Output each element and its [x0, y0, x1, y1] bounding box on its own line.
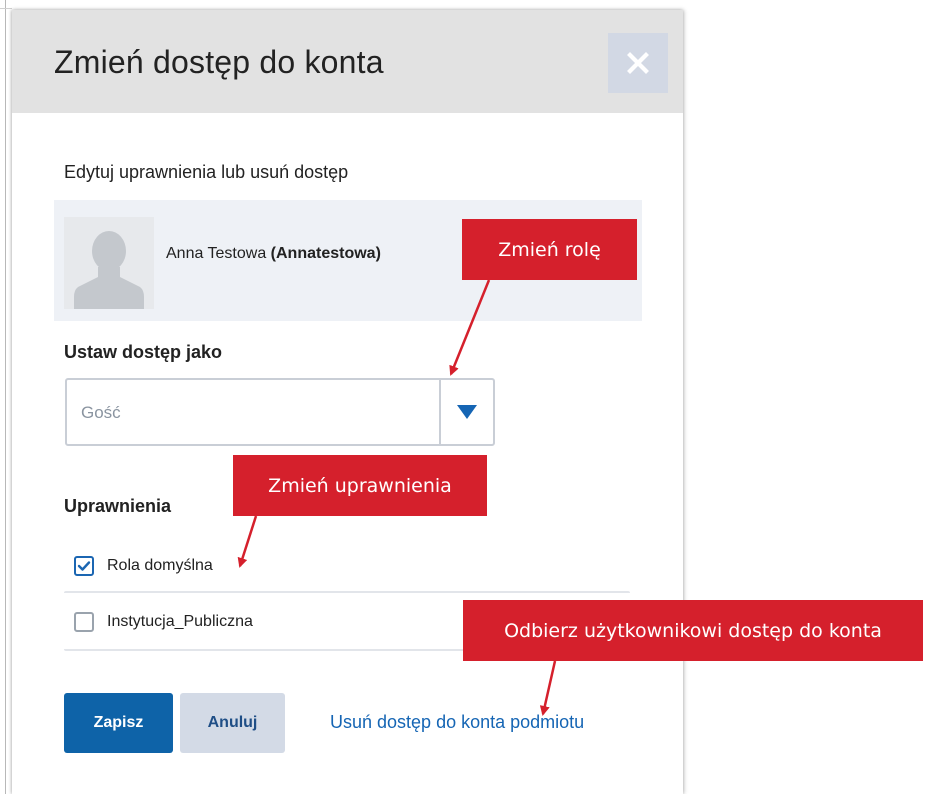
close-icon [627, 52, 649, 74]
user-login: (Annatestowa) [270, 245, 381, 262]
permissions-label: Uprawnienia [64, 496, 172, 516]
background-divider-top [0, 8, 12, 9]
permission-label-public-institution: Instytucja_Publiczna [107, 613, 253, 630]
cancel-button[interactable]: Anuluj [180, 693, 285, 753]
permission-label-default: Rola domyślna [107, 557, 213, 574]
screenshot-stage: Zmień dostęp do konta Edytuj uprawnienia… [0, 0, 929, 794]
dialog-title: Zmień dostęp do konta [54, 44, 384, 80]
checkbox-public-institution[interactable] [74, 612, 94, 632]
background-divider [5, 0, 6, 794]
access-role-select[interactable]: Gość [65, 378, 495, 446]
remove-access-link[interactable]: Usuń dostęp do konta podmiotu [330, 712, 584, 733]
access-role-label: Ustaw dostęp jako [64, 342, 223, 362]
user-name-line: Anna Testowa (Annatestowa) [166, 245, 381, 263]
close-button[interactable] [608, 33, 668, 93]
checkmark-icon [77, 561, 91, 571]
callout-revoke-access: Odbierz użytkownikowi dostęp do konta [463, 600, 923, 661]
callout-change-permissions: Zmień uprawnienia [233, 455, 487, 516]
save-button[interactable]: Zapisz [64, 693, 173, 753]
select-toggle[interactable] [441, 380, 493, 444]
dialog-subtitle: Edytuj uprawnienia lub usuń dostęp [64, 162, 349, 182]
checkbox-default-role[interactable] [74, 556, 94, 576]
select-value: Gość [81, 403, 121, 422]
permission-row-default[interactable]: Rola domyślna [64, 535, 630, 595]
avatar [64, 217, 154, 309]
callout-change-role: Zmień rolę [462, 219, 637, 280]
dropdown-triangle-icon [457, 405, 477, 419]
user-silhouette-icon [64, 217, 154, 309]
dialog-header: Zmień dostęp do konta [12, 10, 683, 113]
user-full-name: Anna Testowa [166, 245, 267, 262]
change-access-dialog: Zmień dostęp do konta Edytuj uprawnienia… [12, 10, 683, 794]
